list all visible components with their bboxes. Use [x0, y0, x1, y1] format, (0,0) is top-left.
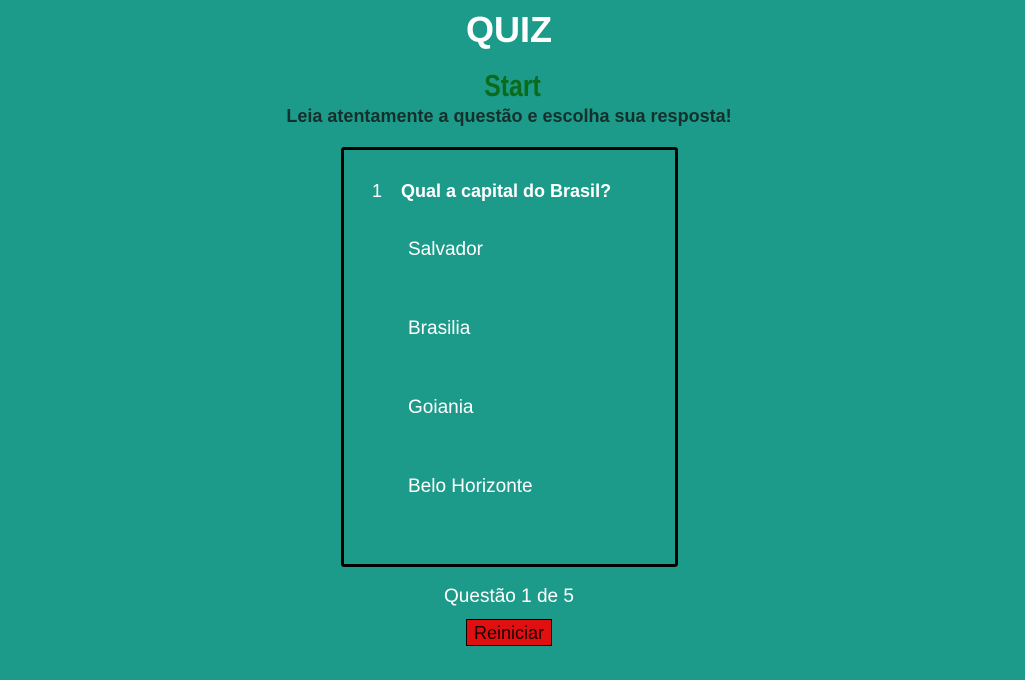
start-link[interactable]: Start: [103, 68, 923, 104]
question-text: Qual a capital do Brasil?: [401, 181, 612, 201]
question-card: 1 Qual a capital do Brasil? Salvador Bras…: [341, 147, 678, 567]
answer-option[interactable]: Belo Horizonte: [408, 475, 533, 499]
answer-option[interactable]: Brasilia: [408, 317, 470, 341]
restart-button[interactable]: Reiniciar: [466, 619, 552, 646]
question-number: 1: [372, 181, 383, 201]
question-progress: Questão 1 de 5: [444, 586, 574, 607]
instructions-text: Leia atentamente a questão e escolha sua…: [286, 106, 732, 126]
answer-option[interactable]: Goiania: [408, 396, 474, 420]
question-header: 1 Qual a capital do Brasil?: [372, 180, 611, 202]
quiz-title: QUIZ: [466, 9, 552, 50]
answer-option[interactable]: Salvador: [408, 238, 483, 262]
